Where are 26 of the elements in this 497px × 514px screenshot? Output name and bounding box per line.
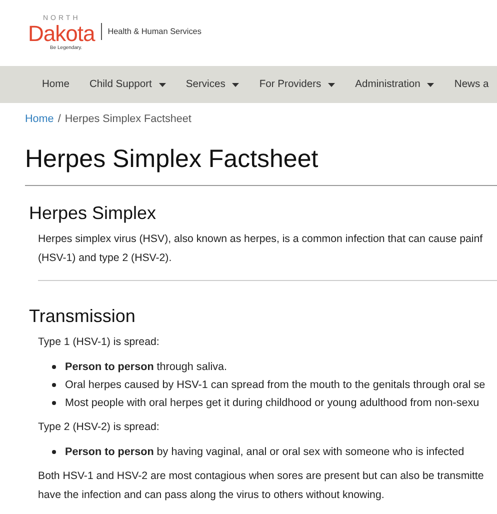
breadcrumb-link[interactable]: Home (25, 113, 54, 125)
section-heading: Transmission (29, 305, 136, 328)
nav-link[interactable]: Administration (355, 79, 434, 90)
nav-link[interactable]: Services (186, 79, 240, 90)
paragraph: Type 1 (HSV-1) is spread: (38, 335, 160, 350)
breadcrumb-separator: / (58, 113, 61, 125)
breadcrumb-current: Herpes Simplex Factsheet (64, 113, 192, 125)
section-heading: Herpes Simplex (29, 202, 158, 225)
list-item: Oral herpes caused by HSV-1 can spread from the mouth to the genitals through oral se (65, 378, 486, 393)
nav-link[interactable]: Home (42, 79, 70, 90)
paragraph: Herpes simplex virus (HSV), also known as herpes, is a common infection that can cause painf (HSV-1) and type 2 (HSV-2). (38, 232, 484, 266)
bullet-icon (52, 450, 56, 454)
nav-link[interactable]: Child Support (89, 79, 166, 90)
paragraph: Type 2 (HSV-2) is spread: (38, 420, 160, 435)
list-item: Person to person by having vaginal, anal or oral sex with someone who is infected (65, 445, 464, 460)
bullet-icon (52, 383, 56, 387)
department-name: Health & Human Services (108, 26, 202, 36)
nav-link[interactable]: For Providers (259, 79, 336, 90)
list-item: Person to person through saliva. (65, 360, 228, 375)
logo-wordmark[interactable]: Dakota (28, 22, 95, 44)
bullet-icon (52, 365, 56, 369)
paragraph: Both HSV-1 and HSV-2 are most contagious when sores are present but can also be transmitte have the infection and can pass along the virus to others without knowing. (38, 469, 485, 503)
list-item: Most people with oral herpes get it during childhood or young adulthood from non-sexu (65, 396, 480, 411)
nav-link[interactable]: News a (454, 79, 489, 90)
page-title: Herpes Simplex Factsheet (25, 144, 320, 175)
bullet-icon (52, 401, 56, 405)
